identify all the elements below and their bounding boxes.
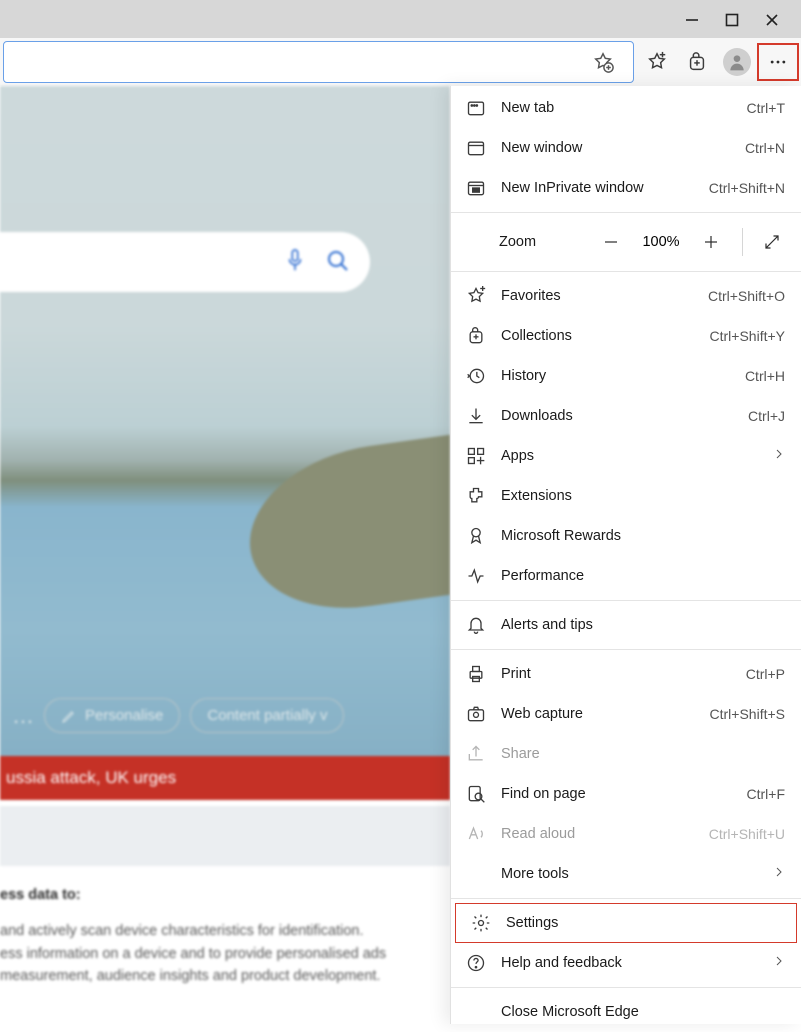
- menu-read-aloud: Read aloud Ctrl+Shift+U: [451, 814, 801, 854]
- maximize-button[interactable]: [725, 9, 739, 30]
- menu-extensions[interactable]: Extensions: [451, 476, 801, 516]
- chevron-right-icon: [773, 955, 785, 971]
- history-icon: [465, 365, 487, 387]
- menu-new-tab[interactable]: New tab Ctrl+T: [451, 88, 801, 128]
- search-box[interactable]: [0, 232, 370, 292]
- toolbar: [0, 38, 801, 86]
- menu-new-inprivate[interactable]: New InPrivate window Ctrl+Shift+N: [451, 168, 801, 208]
- page-content-blurred: … Personalise Content partially v ussia …: [0, 86, 450, 1024]
- star-icon: [465, 285, 487, 307]
- menu-new-window[interactable]: New window Ctrl+N: [451, 128, 801, 168]
- avatar-icon: [723, 48, 751, 76]
- zoom-value: 100%: [638, 234, 684, 250]
- close-button[interactable]: [765, 9, 779, 30]
- chevron-right-icon: [773, 448, 785, 464]
- capture-icon: [465, 703, 487, 725]
- consent-text: ess data to: and actively scan device ch…: [0, 868, 450, 1008]
- menu-share: Share: [451, 734, 801, 774]
- readaloud-icon: [465, 823, 487, 845]
- menu-web-capture[interactable]: Web capture Ctrl+Shift+S: [451, 694, 801, 734]
- consent-line: and actively scan device characteristics…: [0, 920, 444, 942]
- menu-rewards[interactable]: Microsoft Rewards: [451, 516, 801, 556]
- menu-favorites[interactable]: Favorites Ctrl+Shift+O: [451, 276, 801, 316]
- window-titlebar: [0, 0, 801, 38]
- menu-alerts[interactable]: Alerts and tips: [451, 605, 801, 645]
- add-favorite-icon[interactable]: [583, 42, 623, 82]
- menu-help[interactable]: Help and feedback: [451, 943, 801, 983]
- find-icon: [465, 783, 487, 805]
- news-cards-row: [0, 806, 450, 866]
- banner-text: ussia attack, UK urges: [6, 768, 176, 788]
- content-visibility-label: Content partially v: [207, 707, 327, 724]
- menu-apps[interactable]: Apps: [451, 436, 801, 476]
- menu-collections[interactable]: Collections Ctrl+Shift+Y: [451, 316, 801, 356]
- consent-line: measurement, audience insights and produ…: [0, 965, 444, 987]
- consent-header: ess data to:: [0, 884, 444, 906]
- rewards-icon: [465, 525, 487, 547]
- menu-history[interactable]: History Ctrl+H: [451, 356, 801, 396]
- zoom-in-button[interactable]: [692, 223, 730, 261]
- zoom-label: Zoom: [499, 234, 584, 250]
- consent-line: ess information on a device and to provi…: [0, 943, 444, 965]
- download-icon: [465, 405, 487, 427]
- profile-button[interactable]: [717, 42, 757, 82]
- menu-close-edge[interactable]: Close Microsoft Edge: [451, 992, 801, 1032]
- bell-icon: [465, 614, 487, 636]
- zoom-control: Zoom 100%: [451, 217, 801, 267]
- menu-downloads[interactable]: Downloads Ctrl+J: [451, 396, 801, 436]
- gear-icon: [470, 912, 492, 934]
- menu-settings[interactable]: Settings: [455, 903, 797, 943]
- new-tab-icon: [465, 97, 487, 119]
- extensions-icon: [465, 485, 487, 507]
- help-icon: [465, 952, 487, 974]
- collections-icon[interactable]: [677, 42, 717, 82]
- apps-icon: [465, 445, 487, 467]
- pencil-icon: [61, 708, 77, 724]
- more-icon[interactable]: …: [12, 703, 34, 729]
- menu-more-tools[interactable]: More tools: [451, 854, 801, 894]
- content-visibility-button[interactable]: Content partially v: [190, 698, 344, 733]
- personalise-label: Personalise: [85, 707, 163, 724]
- favorites-icon[interactable]: [637, 42, 677, 82]
- print-icon: [465, 663, 487, 685]
- share-icon: [465, 743, 487, 765]
- zoom-out-button[interactable]: [592, 223, 630, 261]
- minimize-button[interactable]: [685, 9, 699, 30]
- search-icon[interactable]: [326, 249, 350, 276]
- menu-print[interactable]: Print Ctrl+P: [451, 654, 801, 694]
- personalise-button[interactable]: Personalise: [44, 698, 180, 733]
- inprivate-icon: [465, 177, 487, 199]
- app-menu: New tab Ctrl+T New window Ctrl+N New InP…: [450, 86, 801, 1024]
- window-icon: [465, 137, 487, 159]
- mic-icon[interactable]: [284, 248, 306, 277]
- menu-find-on-page[interactable]: Find on page Ctrl+F: [451, 774, 801, 814]
- chevron-right-icon: [773, 866, 785, 882]
- menu-performance[interactable]: Performance: [451, 556, 801, 596]
- news-headline-banner[interactable]: ussia attack, UK urges: [0, 756, 450, 800]
- address-bar[interactable]: [3, 41, 634, 83]
- fullscreen-button[interactable]: [753, 223, 791, 261]
- more-menu-button[interactable]: [757, 43, 799, 81]
- performance-icon: [465, 565, 487, 587]
- collections-icon: [465, 325, 487, 347]
